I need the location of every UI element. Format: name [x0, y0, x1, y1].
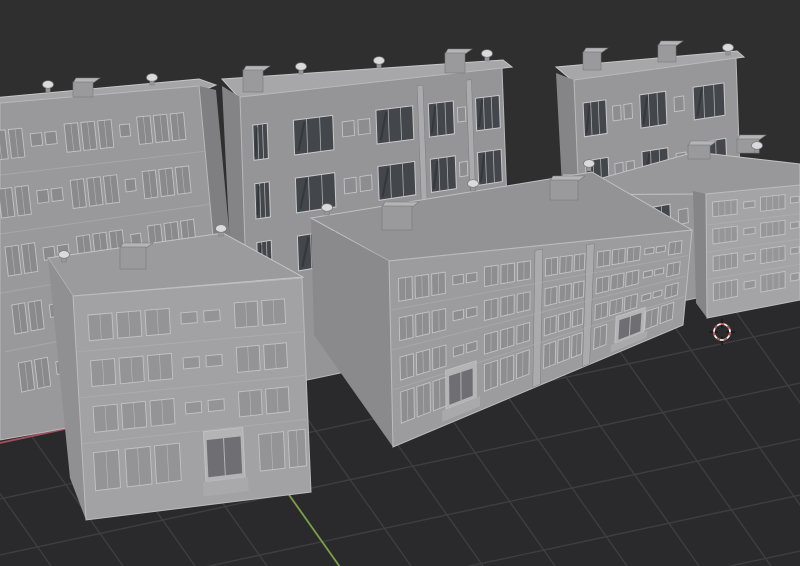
- building-front-left[interactable]: [47, 224, 312, 521]
- viewport-canvas[interactable]: [0, 0, 800, 566]
- viewport-3d[interactable]: [0, 0, 800, 566]
